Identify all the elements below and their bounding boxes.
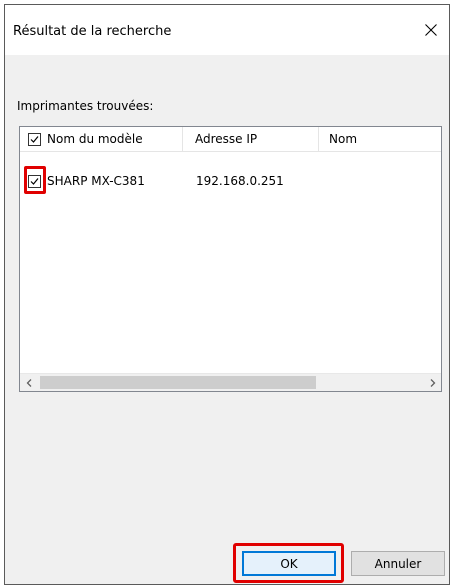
column-header-model[interactable]: Nom du modèle (20, 127, 183, 151)
search-result-dialog: Résultat de la recherche Imprimantes tro… (4, 4, 450, 585)
table-row[interactable]: SHARP MX-C381 192.168.0.251 (20, 171, 441, 191)
printers-found-label: Imprimantes trouvées: (17, 99, 154, 113)
chevron-left-icon (26, 378, 31, 387)
close-button[interactable] (413, 15, 449, 45)
horizontal-scrollbar[interactable] (20, 373, 441, 391)
window-title: Résultat de la recherche (13, 24, 172, 39)
ok-button[interactable]: OK (242, 551, 336, 576)
row-checkbox[interactable] (28, 174, 41, 188)
scroll-thumb[interactable] (40, 376, 316, 389)
title-bar: Résultat de la recherche (5, 5, 449, 55)
scroll-left-button[interactable] (20, 374, 37, 391)
cancel-button[interactable]: Annuler (351, 551, 445, 576)
column-header-model-label: Nom du modèle (47, 132, 143, 146)
row-model-cell: SHARP MX-C381 (28, 171, 145, 191)
row-model-text: SHARP MX-C381 (47, 174, 145, 188)
select-all-checkbox[interactable] (28, 132, 41, 146)
printer-list[interactable]: Nom du modèle Adresse IP Nom SHARP MX-C3… (19, 126, 442, 392)
close-icon (425, 24, 437, 36)
column-header-name-label: Nom (329, 132, 358, 146)
column-header-ip-label: Adresse IP (195, 132, 258, 146)
checkmark-icon (30, 177, 39, 185)
column-header-name[interactable]: Nom (319, 127, 441, 151)
chevron-right-icon (430, 378, 435, 387)
checkmark-icon (30, 135, 39, 143)
list-header: Nom du modèle Adresse IP Nom (20, 127, 441, 152)
row-ip-cell: 192.168.0.251 (196, 171, 284, 191)
row-ip-text: 192.168.0.251 (196, 174, 284, 188)
column-header-ip[interactable]: Adresse IP (183, 127, 319, 151)
scroll-right-button[interactable] (424, 374, 441, 391)
